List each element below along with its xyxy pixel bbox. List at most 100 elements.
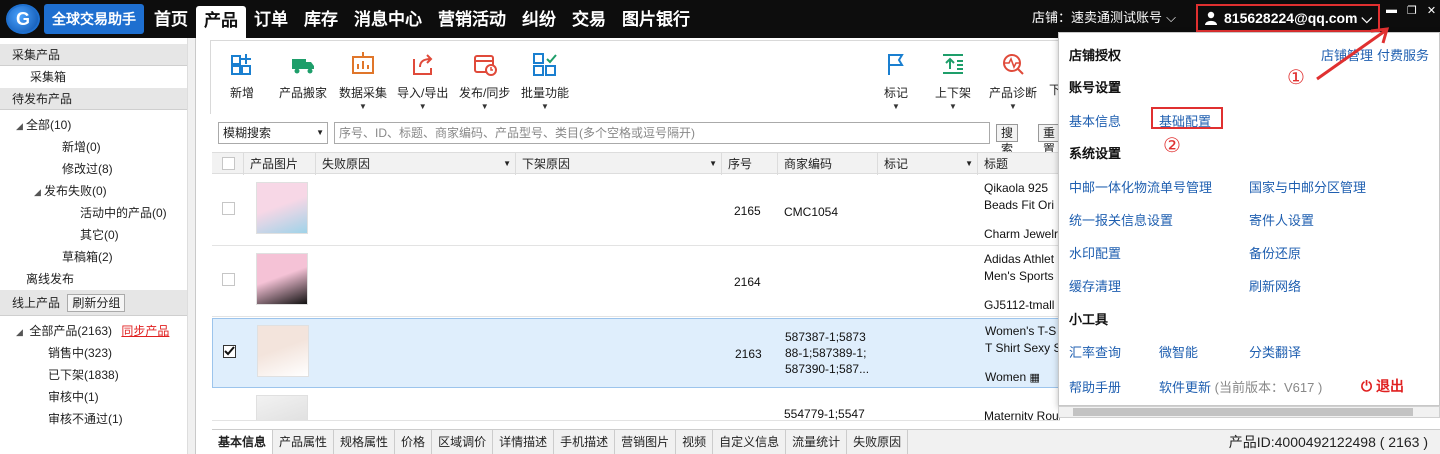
nav-inventory[interactable]: 库存 xyxy=(296,0,346,38)
nav-home[interactable]: 首页 xyxy=(146,0,196,38)
detail-tab[interactable]: 详情描述 xyxy=(493,430,555,454)
sidebar-item-pending[interactable]: ◢ 全部(10) xyxy=(0,114,195,136)
table-row[interactable]: 2164 Adidas Athlet Men's Sports GJ5112-tmal… xyxy=(212,247,1060,317)
sender-settings-link[interactable]: 寄件人设置 xyxy=(1249,210,1314,229)
nav-products[interactable]: 产品 xyxy=(196,6,246,38)
sidebar-item-pending[interactable]: 修改过(8) xyxy=(0,158,195,180)
expand-triangle-icon: ◢ xyxy=(34,187,41,197)
mark-button[interactable]: 标记 ▼ xyxy=(883,51,909,111)
nav-orders[interactable]: 订单 xyxy=(246,0,296,38)
publish-sync-button[interactable]: 发布/同步 ▼ xyxy=(459,51,510,111)
panel-horizontal-scrollbar[interactable] xyxy=(1058,406,1440,418)
search-input[interactable]: 序号、ID、标题、商家编码、产品型号、类目(多个空格或逗号隔开) xyxy=(334,122,990,144)
col-delist-reason[interactable]: 下架原因 ▼ xyxy=(516,153,722,175)
country-zone-link[interactable]: 国家与中邮分区管理 xyxy=(1249,177,1366,196)
sidebar-item-pending[interactable]: 草稿箱(2) xyxy=(0,246,195,268)
product-diagnosis-button[interactable]: 产品诊断 ▼ xyxy=(989,51,1037,111)
scrollbar-thumb[interactable] xyxy=(1073,408,1413,416)
detail-tab[interactable]: 失败原因 xyxy=(847,430,909,454)
select-all-checkbox[interactable] xyxy=(222,157,235,170)
nav-image-bank[interactable]: 图片银行 xyxy=(614,0,698,38)
sidebar-item-pending[interactable]: 新增(0) xyxy=(0,136,195,158)
nav-disputes[interactable]: 纠纷 xyxy=(514,0,564,38)
row-title-text: Charm Jewelr xyxy=(984,227,1059,241)
software-update-link[interactable]: 软件更新 (当前版本：V617 ) xyxy=(1159,377,1322,396)
col-title[interactable]: 标题 xyxy=(978,153,1060,175)
product-thumbnail[interactable] xyxy=(256,253,308,305)
sidebar-item-online[interactable]: 审核中(1) xyxy=(0,386,195,408)
sync-products-link[interactable]: 同步产品 xyxy=(121,324,169,338)
qr-code-icon[interactable]: ▦ xyxy=(1029,372,1039,384)
sidebar-item-pending[interactable]: ◢ 发布失败(0) xyxy=(0,180,195,202)
add-button[interactable]: 新增 xyxy=(229,51,255,101)
watermark-config-link[interactable]: 水印配置 xyxy=(1069,243,1121,262)
col-seq[interactable]: 序号 xyxy=(722,153,778,175)
product-move-button[interactable]: 产品搬家 xyxy=(279,51,327,101)
row-checkbox[interactable] xyxy=(222,273,235,286)
detail-tab[interactable]: 区域调价 xyxy=(432,430,494,454)
basic-info-link[interactable]: 基本信息 xyxy=(1069,111,1121,130)
sidebar-item-all-products[interactable]: ◢ 全部产品(2163) 同步产品 xyxy=(0,320,195,342)
search-button[interactable]: 搜索 xyxy=(996,124,1019,156)
sidebar-item-pending[interactable]: 活动中的产品(0) xyxy=(0,202,195,224)
sidebar-item-online[interactable]: 已下架(1838) xyxy=(0,364,195,386)
logout-label: 退出 xyxy=(1375,378,1404,394)
exchange-rate-link[interactable]: 汇率查询 xyxy=(1069,342,1121,361)
sidebar-item-collect-box[interactable]: 采集箱 xyxy=(0,66,195,88)
product-thumbnail[interactable] xyxy=(257,325,309,377)
caret-down-icon: ▼ xyxy=(965,159,973,168)
col-product-image[interactable]: 产品图片 xyxy=(244,153,316,175)
shelf-toggle-button[interactable]: 上下架 ▼ xyxy=(935,51,971,111)
detail-tab[interactable]: 产品属性 xyxy=(273,430,335,454)
nav-marketing[interactable]: 营销活动 xyxy=(430,0,514,38)
cache-clear-link[interactable]: 缓存清理 xyxy=(1069,276,1121,295)
detail-tab[interactable]: 手机描述 xyxy=(554,430,616,454)
help-manual-link[interactable]: 帮助手册 xyxy=(1069,377,1121,396)
nav-messages[interactable]: 消息中心 xyxy=(346,0,430,38)
restore-icon[interactable]: ❐ xyxy=(1407,4,1417,17)
postal-tracking-link[interactable]: 中邮一体化物流单号管理 xyxy=(1069,177,1212,196)
category-translate-link[interactable]: 分类翻译 xyxy=(1249,342,1301,361)
app-logo[interactable]: G 全球交易助手 xyxy=(6,4,144,34)
sidebar-item-online[interactable]: 审核不通过(1) xyxy=(0,408,195,430)
software-update-label: 软件更新 xyxy=(1159,380,1212,395)
sidebar-item-pending[interactable]: 离线发布 xyxy=(0,268,195,290)
close-icon[interactable]: ✕ xyxy=(1427,4,1436,17)
micro-smart-link[interactable]: 微智能 xyxy=(1159,342,1198,361)
import-export-button[interactable]: 导入/导出 ▼ xyxy=(397,51,448,111)
header-select-all[interactable] xyxy=(212,153,244,175)
refresh-group-button[interactable]: 刷新分组 xyxy=(67,294,126,312)
refresh-network-link[interactable]: 刷新网络 xyxy=(1249,276,1301,295)
flag-icon xyxy=(888,54,904,75)
sidebar-item-online[interactable]: 销售中(323) xyxy=(0,342,195,364)
minimize-icon[interactable]: ▬ xyxy=(1386,4,1397,17)
col-mark[interactable]: 标记 ▼ xyxy=(878,153,978,175)
detail-tab[interactable]: 自定义信息 xyxy=(713,430,787,454)
detail-tab[interactable]: 视频 xyxy=(676,430,714,454)
customs-info-link[interactable]: 统一报关信息设置 xyxy=(1069,210,1173,229)
batch-functions-button[interactable]: 批量功能 ▼ xyxy=(521,51,569,111)
backup-restore-link[interactable]: 备份还原 xyxy=(1249,243,1301,262)
detail-tab[interactable]: 营销图片 xyxy=(615,430,677,454)
row-checkbox[interactable] xyxy=(222,202,235,215)
product-thumbnail[interactable] xyxy=(256,395,308,420)
detail-tab[interactable]: 流量统计 xyxy=(786,430,848,454)
sidebar-scrollbar[interactable] xyxy=(187,38,195,454)
table-row[interactable]: 2163 587387-1;5873 88-1;587389-1; 587390-… xyxy=(212,318,1061,388)
table-row[interactable]: 2165 CMC1054 Qikaola 925 Beads Fit Ori Charm… xyxy=(212,176,1060,246)
detail-tab[interactable]: 基本信息 xyxy=(212,430,274,454)
search-mode-select[interactable]: 模糊搜索 ▼ xyxy=(218,122,328,144)
sidebar-item-pending[interactable]: 其它(0) xyxy=(0,224,195,246)
col-merchant-code[interactable]: 商家编码 xyxy=(778,153,878,175)
product-thumbnail[interactable] xyxy=(256,182,308,234)
nav-transactions[interactable]: 交易 xyxy=(564,0,614,38)
reset-button[interactable]: 重置 xyxy=(1038,124,1061,156)
data-collect-button[interactable]: 数据采集 ▼ xyxy=(339,51,387,111)
row-checkbox[interactable] xyxy=(223,345,236,358)
detail-tab[interactable]: 规格属性 xyxy=(334,430,396,454)
table-row[interactable]: 554779-1;5547 Maternity Round Neck T-shir… xyxy=(212,389,1060,421)
col-fail-reason[interactable]: 失败原因 ▼ xyxy=(316,153,516,175)
basic-config-link[interactable]: 基础配置 xyxy=(1159,111,1211,130)
detail-tab[interactable]: 价格 xyxy=(395,430,433,454)
logout-button[interactable]: ⏻ 退出 xyxy=(1361,376,1404,396)
